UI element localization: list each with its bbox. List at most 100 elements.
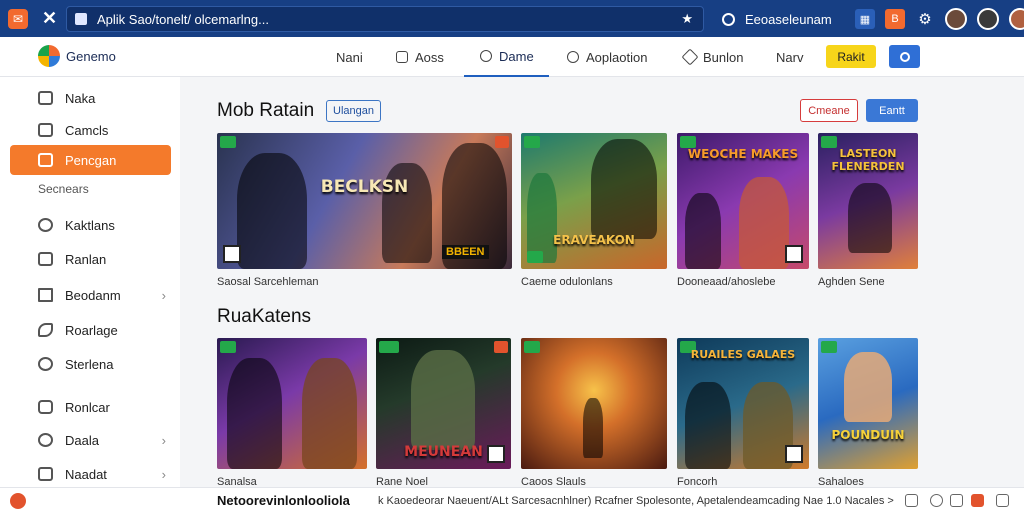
- card-title: LASTEON FLENERDEN: [831, 147, 905, 173]
- sidebar-item-label: Naka: [65, 90, 96, 106]
- avatar[interactable]: [977, 8, 999, 30]
- gamepad-icon: [38, 153, 53, 167]
- app-logo-icon[interactable]: ✉: [8, 9, 28, 29]
- primary-action-button[interactable]: Rakit: [826, 45, 876, 68]
- nav-item-game[interactable]: Dame: [464, 37, 549, 77]
- game-card[interactable]: WEOCHE MAKES: [677, 133, 809, 269]
- game-card[interactable]: BECLKSN BBEEN: [217, 133, 512, 269]
- nav-item-button[interactable]: Bunlon: [681, 37, 743, 77]
- badge-icon: [220, 341, 236, 353]
- card-sub-logo: BBEEN: [442, 245, 489, 259]
- browser-toolbar: ✉ ✕ Aplik Sao/tonelt/ olcemarlng... ★ Ee…: [0, 0, 1024, 37]
- comment-icon[interactable]: [905, 494, 918, 507]
- search-button[interactable]: [889, 45, 920, 68]
- comment-icon: [567, 51, 579, 63]
- bookmark-star-icon[interactable]: ★: [681, 11, 693, 27]
- sidebar-item[interactable]: Roarlage: [10, 315, 171, 345]
- nav-item-access[interactable]: Aoss: [396, 37, 444, 77]
- address-bar-text: Aplik Sao/tonelt/ olcemarlng...: [97, 11, 269, 27]
- sidebar-item[interactable]: Daala ›: [10, 425, 171, 455]
- settings-gear-icon[interactable]: ⚙: [915, 9, 935, 29]
- game-card[interactable]: POUNDUIN: [818, 338, 918, 469]
- badge-icon: [821, 341, 837, 353]
- game-card[interactable]: [217, 338, 367, 469]
- nav-label: Aoplaotion: [586, 49, 648, 65]
- puzzle-icon: [38, 400, 53, 414]
- footer-text[interactable]: k Kaoedeorar Naeuent/ALt Sarcesacnhlner)…: [378, 495, 894, 507]
- sidebar-item-label: Ronlcar: [65, 399, 110, 415]
- character-figure: [237, 153, 307, 269]
- badge-icon: [524, 341, 540, 353]
- sidebar-item-cameras[interactable]: Camcls: [10, 115, 171, 145]
- game-card[interactable]: [521, 338, 667, 469]
- nav-item-more[interactable]: Narv: [776, 37, 803, 77]
- character-figure: [685, 193, 721, 269]
- sidebar-item-label: Roarlage: [65, 322, 118, 338]
- brand[interactable]: Genemo: [38, 45, 116, 67]
- nav-label: Nani: [336, 49, 363, 65]
- document-icon: [396, 51, 408, 63]
- card-caption: Caeme odulonlans: [521, 276, 613, 288]
- settings-icon[interactable]: [930, 494, 943, 507]
- sidebar-item-label: Sterlena: [65, 356, 114, 372]
- search-icon: [899, 51, 910, 62]
- rating-icon: [785, 245, 803, 263]
- globe-icon: [38, 433, 53, 447]
- card-caption: Saosal Sarcehleman: [217, 276, 319, 288]
- rating-icon: [487, 445, 505, 463]
- sidebar-item[interactable]: Ronlcar: [10, 392, 171, 422]
- sidebar-item-label: Beodanm: [65, 287, 121, 303]
- card-title: ERAVEAKON: [553, 233, 635, 247]
- nav-label: Dame: [499, 48, 534, 64]
- sidebar-item[interactable]: Beodanm ›: [10, 280, 171, 310]
- card-title: WEOCHE MAKES: [687, 147, 799, 161]
- sidebar-item-label: Kaktlans: [65, 217, 115, 233]
- chat-icon: [480, 50, 492, 62]
- flag-icon[interactable]: [971, 494, 984, 507]
- game-card[interactable]: MEUNEAN: [376, 338, 511, 469]
- game-card[interactable]: ERAVEAKON: [521, 133, 667, 269]
- card-caption: Aghden Sene: [818, 276, 885, 288]
- avatar[interactable]: [1009, 8, 1024, 30]
- sidebar-item[interactable]: Kaktlans: [10, 210, 171, 240]
- game-card[interactable]: LASTEON FLENERDEN: [818, 133, 918, 269]
- game-card[interactable]: RUAILES GALAES: [677, 338, 809, 469]
- image-icon: [38, 252, 53, 266]
- character-figure: [527, 173, 557, 263]
- sidebar-item-home[interactable]: Naka: [10, 83, 171, 113]
- badge-icon: [527, 251, 543, 263]
- card-title: POUNDUIN: [831, 428, 905, 442]
- list-icon[interactable]: [950, 494, 963, 507]
- character-figure: [844, 352, 892, 422]
- avatar[interactable]: [945, 8, 967, 30]
- character-figure: [739, 177, 789, 269]
- primary-button[interactable]: Eantt: [866, 99, 918, 122]
- sidebar-item-label: Daala: [65, 432, 99, 448]
- pen-icon: [681, 48, 699, 66]
- window-icon[interactable]: [996, 494, 1009, 507]
- close-icon[interactable]: ✕: [42, 8, 57, 29]
- extension-icon[interactable]: B: [885, 9, 905, 29]
- chevron-right-icon: ›: [161, 432, 166, 448]
- nav-item-home[interactable]: Nani: [336, 37, 363, 77]
- lock-icon: [75, 13, 87, 25]
- section-title: RuaKatens: [217, 306, 312, 327]
- browser-search-text: Eeoaseleunam: [745, 11, 832, 27]
- sidebar-item[interactable]: Ranlan: [10, 244, 171, 274]
- circle-icon: [38, 218, 53, 232]
- chevron-right-icon: ›: [161, 466, 166, 482]
- sidebar-item[interactable]: Sterlena: [10, 349, 171, 379]
- grid-icon[interactable]: ▦: [855, 9, 875, 29]
- filter-tag[interactable]: Ulangan: [326, 100, 381, 122]
- badge-icon: [494, 341, 508, 353]
- nav-item-application[interactable]: Aoplaotion: [567, 37, 647, 77]
- secondary-button[interactable]: Cmeane: [800, 99, 858, 122]
- sidebar-item-active[interactable]: Pencgan: [10, 145, 171, 175]
- sidebar-item-label: Naadat: [65, 466, 107, 482]
- box-icon: [38, 467, 53, 481]
- sidebar-item[interactable]: Naadat ›: [10, 459, 171, 489]
- browser-search[interactable]: Eeoaseleunam: [714, 6, 840, 32]
- badge-icon: [220, 136, 236, 148]
- address-bar[interactable]: Aplik Sao/tonelt/ olcemarlng... ★: [66, 6, 704, 32]
- card-title: BECLKSN: [320, 177, 409, 197]
